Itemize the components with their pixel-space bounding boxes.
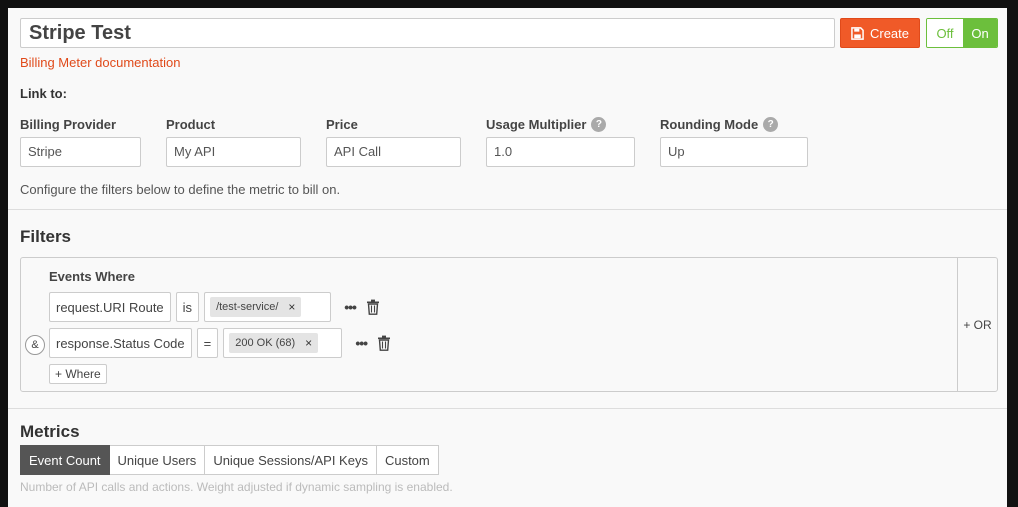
tab-custom[interactable]: Custom [376, 445, 439, 475]
documentation-link[interactable]: Billing Meter documentation [20, 55, 180, 70]
metrics-tabs: Event Count Unique Users Unique Sessions… [20, 445, 439, 475]
save-icon [851, 26, 864, 40]
trash-icon[interactable] [365, 298, 381, 316]
filter-field-select[interactable]: response.Status Code [49, 328, 192, 358]
meter-name-input[interactable]: Stripe Test [20, 18, 835, 48]
add-where-button[interactable]: + Where [49, 364, 107, 384]
product-label: Product [166, 116, 216, 132]
product-select[interactable]: My API [166, 137, 301, 167]
trash-icon[interactable] [376, 334, 392, 352]
billing-provider-label: Billing Provider [20, 116, 117, 132]
billing-provider-field: Billing Provider Stripe [20, 115, 141, 167]
filter-value-text: 200 OK (68) [235, 337, 296, 349]
tab-unique-users[interactable]: Unique Users [109, 445, 206, 475]
filter-operator-select[interactable]: is [175, 292, 200, 322]
filter-value-chip: 200 OK (68) × [229, 333, 319, 353]
billing-meter-panel: Stripe Test Create Off On Billing Meter … [8, 8, 1007, 507]
link-to-heading: Link to: [20, 86, 67, 101]
help-icon[interactable]: ? [763, 116, 779, 132]
more-options-icon[interactable]: ••• [340, 299, 360, 315]
tab-event-count[interactable]: Event Count [20, 445, 110, 475]
filter-row: request.URI Route is /test-service/ × ••… [49, 292, 381, 322]
usage-multiplier-label-wrap: Usage Multiplier ? [486, 115, 635, 133]
create-button-label: Create [869, 25, 910, 41]
filter-value-chip: /test-service/ × [210, 297, 302, 317]
rounding-mode-field: Rounding Mode ? Up [660, 115, 808, 167]
filter-field-select[interactable]: request.URI Route [49, 292, 171, 322]
remove-value-icon[interactable]: × [288, 300, 295, 314]
metric-description: Number of API calls and actions. Weight … [20, 480, 453, 494]
create-button[interactable]: Create [840, 18, 920, 48]
help-icon[interactable]: ? [591, 116, 607, 132]
events-where-label: Events Where [49, 269, 135, 284]
and-connector[interactable]: & [25, 335, 45, 355]
filter-value-input[interactable]: /test-service/ × [204, 292, 332, 322]
toggle-on-option[interactable]: On [963, 19, 997, 47]
usage-multiplier-label: Usage Multiplier [486, 116, 587, 132]
remove-value-icon[interactable]: × [305, 336, 312, 350]
toggle-off-option[interactable]: Off [927, 19, 963, 47]
usage-multiplier-field: Usage Multiplier ? 1.0 [486, 115, 635, 167]
metrics-title: Metrics [20, 422, 80, 441]
rounding-mode-label-wrap: Rounding Mode ? [660, 115, 808, 133]
product-field: Product My API [166, 115, 301, 167]
section-divider [8, 209, 1007, 210]
add-or-button[interactable]: + OR [957, 258, 997, 391]
tab-unique-sessions[interactable]: Unique Sessions/API Keys [205, 445, 377, 475]
price-label: Price [326, 116, 358, 132]
filters-box: Events Where request.URI Route is /test-… [20, 257, 998, 392]
filter-value-input[interactable]: 200 OK (68) × [223, 328, 343, 358]
more-options-icon[interactable]: ••• [351, 335, 371, 351]
price-select[interactable]: API Call [326, 137, 461, 167]
rounding-mode-select[interactable]: Up [660, 137, 808, 167]
filter-row: response.Status Code = 200 OK (68) × ••• [49, 328, 392, 358]
filters-title: Filters [20, 227, 72, 246]
filter-operator-select[interactable]: = [196, 328, 219, 358]
enabled-toggle[interactable]: Off On [926, 18, 998, 48]
price-field: Price API Call [326, 115, 461, 167]
usage-multiplier-input[interactable]: 1.0 [486, 137, 635, 167]
section-divider [8, 408, 1007, 409]
filter-value-text: /test-service/ [216, 301, 279, 313]
rounding-mode-label: Rounding Mode [660, 116, 759, 132]
configure-instructions: Configure the filters below to define th… [20, 182, 341, 197]
billing-provider-select[interactable]: Stripe [20, 137, 141, 167]
